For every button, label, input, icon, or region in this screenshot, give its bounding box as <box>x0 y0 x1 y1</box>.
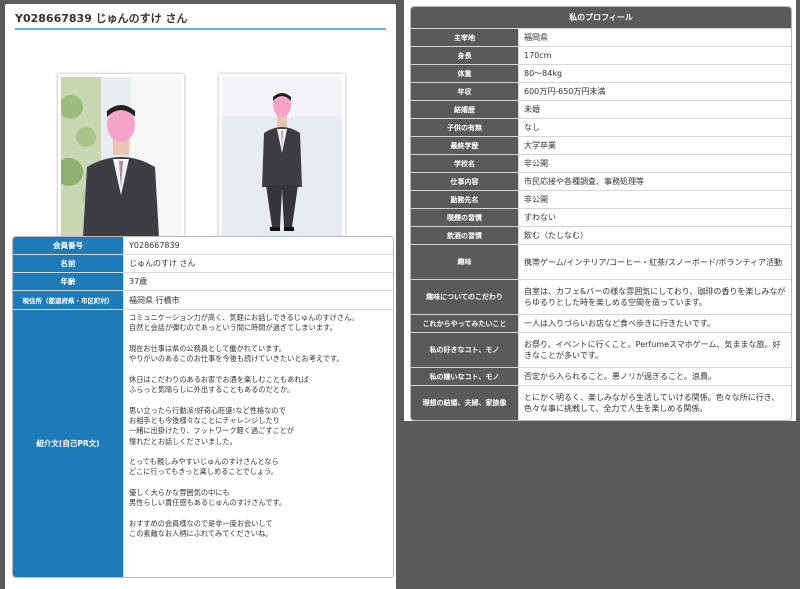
row-value: Y028667839 <box>124 237 393 254</box>
table-row: 結婚歴 未婚 <box>411 100 791 118</box>
row-value: 一人は入りづらいお店など食べ歩きに行きたいです。 <box>519 315 791 332</box>
my-profile-table: 私のプロフィール 主宰地 福岡県 身長 170cm 体重 80～84kg 年収 … <box>410 6 792 421</box>
table-row: 年齢 37歳 <box>13 272 393 290</box>
member-heading: Y028667839 じゅんのすけ さん <box>15 4 386 30</box>
member-photo-2[interactable] <box>219 74 345 240</box>
row-label: 飲酒の習慣 <box>411 227 519 244</box>
row-label: 年収 <box>411 83 519 100</box>
table-row: 最終学歴 大学卒業 <box>411 136 791 154</box>
row-value: 37歳 <box>124 273 393 290</box>
table-row: 趣味についてのこだわり 自室は、カフェ&バーの様な雰囲気にしており、珈琲の香りを… <box>411 279 791 314</box>
row-value: 未婚 <box>519 101 791 118</box>
row-label: 趣味 <box>411 245 519 279</box>
row-label: 趣味についてのこだわり <box>411 280 519 314</box>
member-photo-1[interactable] <box>58 74 184 240</box>
row-value: 非公開 <box>519 191 791 208</box>
row-label: 紹介文(自己PR文) <box>13 310 124 577</box>
row-value: なし <box>519 119 791 136</box>
row-value: 市民応接や各種調査、事務処理等 <box>519 173 791 190</box>
table-row: 理想の結婚、夫婦、家族像 とにかく明るく、楽しみながら生活していける関係。色々な… <box>411 385 791 420</box>
table-row: 仕事内容 市民応接や各種調査、事務処理等 <box>411 172 791 190</box>
row-value: 福岡県 <box>519 29 791 46</box>
table-row: 現住所（都道府県・市区町村） 福岡県 行橋市 <box>13 290 393 309</box>
table-row: 私の嫌いなコト、モノ 否定から入られること。悪ノリが過ぎること。浪費。 <box>411 367 791 385</box>
table-row: 名前 じゅんのすけ さん <box>13 254 393 272</box>
row-value: 80～84kg <box>519 65 791 82</box>
row-label: 主宰地 <box>411 29 519 46</box>
table-row: 紹介文(自己PR文) コミュニケーション力が高く、気軽にお話しできるじゅんのすけ… <box>13 309 393 577</box>
row-label: 結婚歴 <box>411 101 519 118</box>
table-row: 体重 80～84kg <box>411 64 791 82</box>
row-label: 子供の有無 <box>411 119 519 136</box>
basic-info-table: 会員番号 Y028667839 名前 じゅんのすけ さん 年齢 37歳 現住所（… <box>12 236 394 578</box>
table-row: 学校名 非公開 <box>411 154 791 172</box>
table-row: 会員番号 Y028667839 <box>13 237 393 254</box>
row-label: 会員番号 <box>13 237 124 254</box>
row-label: 体重 <box>411 65 519 82</box>
table-row: 子供の有無 なし <box>411 118 791 136</box>
row-value: お祭り、イベントに行くこと。Perfumeスマホゲーム、気ままな旅。好きなことが… <box>519 333 791 367</box>
row-label: これからやってみたいこと <box>411 315 519 332</box>
table-row: これからやってみたいこと 一人は入りづらいお店など食べ歩きに行きたいです。 <box>411 314 791 332</box>
table-row: 喫煙の習慣 すわない <box>411 208 791 226</box>
row-label: 名前 <box>13 255 124 272</box>
row-value: 非公開 <box>519 155 791 172</box>
row-label: 最終学歴 <box>411 137 519 154</box>
row-label: 喫煙の習慣 <box>411 209 519 226</box>
row-value: 飲む（たしなむ） <box>519 227 791 244</box>
member-detail-panel: Y028667839 じゅんのすけ さん 会員番号 Y028667839 名前 … <box>5 4 396 589</box>
row-label: 学校名 <box>411 155 519 172</box>
row-value: 否定から入られること。悪ノリが過ぎること。浪費。 <box>519 368 791 385</box>
row-label: 年齢 <box>13 273 124 290</box>
table-row: 年収 600万円-650万円未満 <box>411 82 791 100</box>
row-value: じゅんのすけ さん <box>124 255 393 272</box>
row-value: 600万円-650万円未満 <box>519 83 791 100</box>
row-label: 身長 <box>411 47 519 64</box>
self-pr-text: コミュニケーション力が高く、気軽にお話しできるじゅんのすけさん。 自然と会話が弾… <box>124 310 393 577</box>
table-row: 勤務先名 非公開 <box>411 190 791 208</box>
row-value: 福岡県 行橋市 <box>124 291 393 309</box>
my-profile-caption: 私のプロフィール <box>411 7 791 28</box>
table-row: 飲酒の習慣 飲む（たしなむ） <box>411 226 791 244</box>
row-value: とにかく明るく、楽しみながら生活していける関係。色々な所に行き、色々な事に挑戦し… <box>519 386 791 420</box>
member-photo-2-image <box>222 77 342 237</box>
row-label: 勤務先名 <box>411 191 519 208</box>
photo-gallery <box>5 30 396 240</box>
row-value: 170cm <box>519 47 791 64</box>
table-row: 趣味 携帯ゲーム/インテリア/コーヒー・紅茶/スノーボード/ボランティア活動 <box>411 244 791 279</box>
row-label: 仕事内容 <box>411 173 519 190</box>
row-label: 私の嫌いなコト、モノ <box>411 368 519 385</box>
row-value: 携帯ゲーム/インテリア/コーヒー・紅茶/スノーボード/ボランティア活動 <box>519 245 791 279</box>
row-value: すわない <box>519 209 791 226</box>
member-photo-1-image <box>61 77 181 237</box>
row-label: 現住所（都道府県・市区町村） <box>13 291 124 309</box>
row-value: 大学卒業 <box>519 137 791 154</box>
row-value: 自室は、カフェ&バーの様な雰囲気にしており、珈琲の香りを楽しみながらゆるりとした… <box>519 280 791 314</box>
table-row: 身長 170cm <box>411 46 791 64</box>
table-row: 私の好きなコト、モノ お祭り、イベントに行くこと。Perfumeスマホゲーム、気… <box>411 332 791 367</box>
table-row: 主宰地 福岡県 <box>411 28 791 46</box>
my-profile-panel: 私のプロフィール 主宰地 福岡県 身長 170cm 体重 80～84kg 年収 … <box>404 0 796 421</box>
row-label: 理想の結婚、夫婦、家族像 <box>411 386 519 420</box>
row-label: 私の好きなコト、モノ <box>411 333 519 367</box>
